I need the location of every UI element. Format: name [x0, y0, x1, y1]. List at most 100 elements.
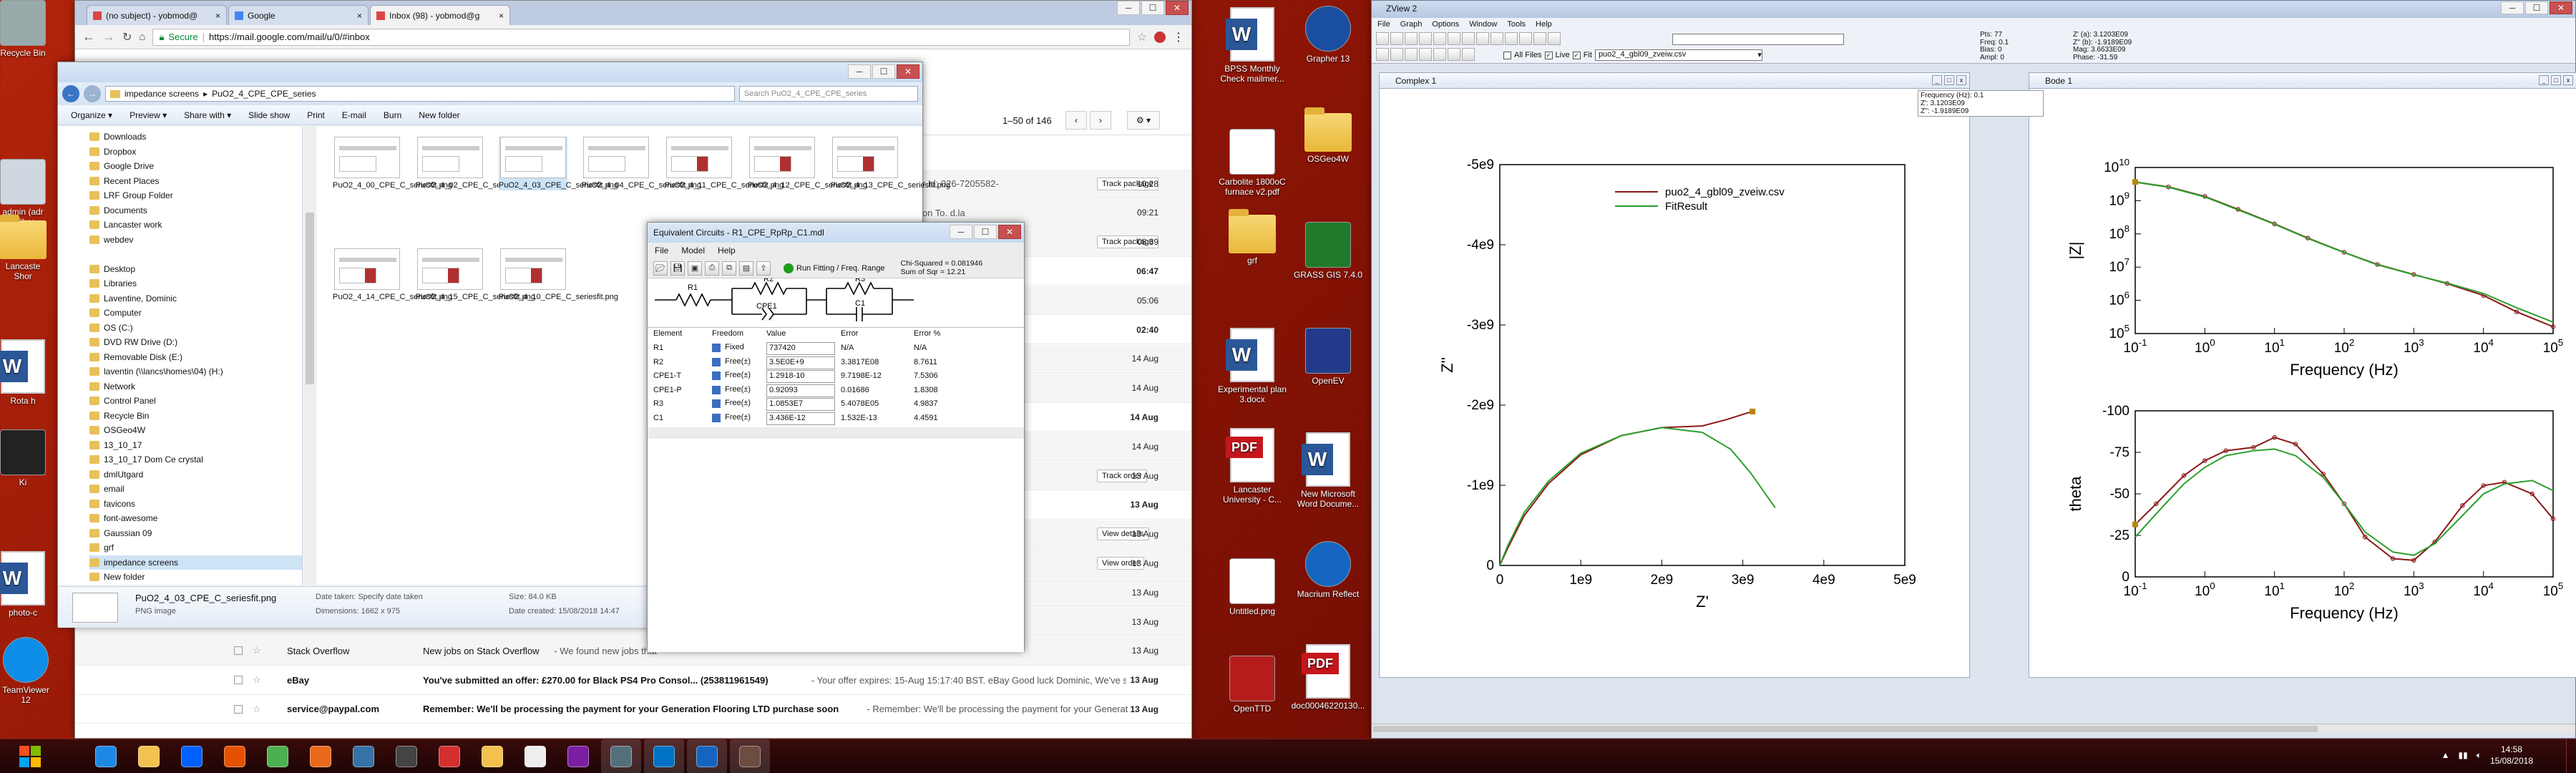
nav-tree-item[interactable]: webdev	[89, 233, 302, 248]
star-icon[interactable]: ☆	[253, 704, 261, 715]
nav-tree-item[interactable]: Laventine, Dominic	[89, 291, 302, 306]
desktop-icon[interactable]: grf	[1216, 209, 1288, 266]
zview-menu-item[interactable]: Graph	[1400, 20, 1423, 29]
desktop-icon[interactable]: GRASS GIS 7.4.0	[1292, 222, 1364, 281]
edit-icon[interactable]	[1476, 32, 1489, 45]
nav-tree-item[interactable]: Network	[89, 379, 302, 394]
freedom-dropdown-icon[interactable]	[712, 344, 721, 352]
file-thumbnail[interactable]: PuO2_4_00_CPE_C_seriesfit.png	[333, 137, 452, 190]
taskbar-app-button[interactable]	[343, 739, 384, 773]
panel-maximize-button[interactable]: □	[2551, 75, 2561, 85]
zoom-out-icon[interactable]	[1390, 48, 1403, 61]
taskbar-app-button[interactable]	[215, 739, 255, 773]
volume-icon[interactable]: 🔈︎	[2477, 750, 2482, 761]
zview-menu-item[interactable]: Options	[1432, 20, 1459, 29]
nav-tree-item[interactable]: font-awesome	[89, 511, 302, 526]
extension-icon[interactable]	[1154, 31, 1166, 43]
star-icon[interactable]: ☆	[253, 645, 261, 656]
save-icon[interactable]	[1405, 32, 1418, 45]
minimize-button[interactable]: ─	[2501, 1, 2524, 14]
graph-icon[interactable]	[1462, 32, 1475, 45]
browser-tab[interactable]: (no subject) - yobmod@ ×	[87, 5, 227, 25]
menu-icon[interactable]: ⋮	[1173, 30, 1184, 44]
new-icon[interactable]	[1376, 32, 1389, 45]
forward-icon[interactable]: →	[84, 85, 101, 102]
taskbar-app-button[interactable]	[301, 739, 341, 773]
freedom-dropdown-icon[interactable]	[712, 413, 721, 422]
live-checkbox[interactable]: ✓	[1544, 51, 1553, 59]
explorer-toolbar-button[interactable]: Slide show	[248, 110, 290, 120]
minimize-button[interactable]: ─	[1117, 1, 1140, 15]
explorer-toolbar-button[interactable]: Organize ▾	[71, 110, 112, 120]
value-input[interactable]: 3.5E0E+9	[766, 356, 835, 369]
tray-expand-icon[interactable]: ▲	[2441, 750, 2450, 760]
paste-icon[interactable]: ▤	[739, 261, 753, 276]
start-button[interactable]	[9, 742, 52, 771]
freedom-dropdown-icon[interactable]	[712, 357, 721, 366]
freedom-dropdown-icon[interactable]	[712, 399, 721, 408]
value-input[interactable]: 0.92093	[766, 384, 835, 397]
value-input[interactable]: 737420	[766, 342, 835, 355]
desktop-icon[interactable]: Carbolite 1800oC furnace v2.pdf	[1216, 129, 1288, 198]
clock[interactable]: 14:58 15/08/2018	[2490, 744, 2533, 767]
nav-tree-item[interactable]: OS (C:)	[89, 321, 302, 336]
table-icon[interactable]	[1448, 32, 1460, 45]
network-icon[interactable]: ▮▮	[2459, 750, 2468, 760]
tab-close-icon[interactable]: ×	[499, 11, 504, 21]
zview-menu-item[interactable]: Tools	[1507, 20, 1526, 29]
reload-icon[interactable]: ↻	[122, 30, 132, 44]
fit-checkbox[interactable]: ✓	[1572, 51, 1581, 59]
nav-tree-item[interactable]: Lancaster work	[89, 218, 302, 233]
taskbar-app-button[interactable]	[86, 739, 126, 773]
taskbar-app-button[interactable]	[472, 739, 512, 773]
nav-tree-item[interactable]: Computer	[89, 306, 302, 321]
panel-close-button[interactable]: x	[1956, 75, 1966, 85]
desktop-icon[interactable]: New Microsoft Word Docume...	[1292, 432, 1364, 510]
all-files-checkbox[interactable]	[1503, 51, 1511, 59]
back-icon[interactable]: ←	[82, 29, 95, 44]
zview-menu-item[interactable]: Help	[1536, 20, 1552, 29]
row-checkbox[interactable]	[234, 704, 243, 714]
copy-icon[interactable]: ⧉	[722, 261, 736, 276]
save-icon[interactable]: 💾︎	[670, 261, 685, 276]
file-thumbnail[interactable]: PuO2_4_15_CPE_C_seriesfit.png	[416, 248, 535, 302]
close-button[interactable]: ✕	[897, 64, 919, 79]
zview-hscrollbar[interactable]	[1372, 724, 2575, 734]
prev-page-button[interactable]: ‹	[1065, 111, 1087, 130]
taskbar-app-button[interactable]	[515, 739, 555, 773]
nav-tree-item[interactable]: New folder	[89, 570, 302, 585]
equiv-icon[interactable]	[1491, 32, 1503, 45]
desktop-icon[interactable]: Lancaste Shor	[0, 215, 47, 282]
email-row[interactable]: ☆ service@paypal.com Remember: We'll be pr…	[75, 695, 1191, 724]
export-icon[interactable]: ⇪	[756, 261, 771, 276]
zoom-in-icon[interactable]	[1376, 48, 1389, 61]
browser-tab[interactable]: Inbox (98) - yobmod@g ×	[370, 5, 510, 25]
file-thumbnail[interactable]: PuO2_4_14_CPE_C_seriesfit.png	[333, 248, 452, 302]
panel-minimize-button[interactable]: _	[2539, 75, 2549, 85]
nav-tree-item[interactable]: Dropbox	[89, 145, 302, 160]
close-button[interactable]: ✕	[998, 225, 1021, 239]
next-page-button[interactable]: ›	[1090, 111, 1111, 130]
nav-tree-item[interactable]: DVD RW Drive (D:)	[89, 335, 302, 350]
desktop-icon[interactable]: Grapher 13	[1292, 6, 1364, 64]
nav-tree-item[interactable]: OSGeo4W	[89, 423, 302, 438]
nav-tree-item[interactable]: email	[89, 482, 302, 497]
row-checkbox[interactable]	[234, 646, 243, 656]
desktop-icon[interactable]: Ki	[0, 429, 46, 488]
forward-icon[interactable]: →	[102, 29, 115, 44]
file-thumbnail[interactable]: PuO2_4_11_CPE_C_seriesfit.png	[665, 137, 784, 190]
desktop-icon[interactable]: doc00046220130...	[1292, 644, 1365, 711]
taskbar-app-button[interactable]	[386, 739, 426, 773]
maximize-button[interactable]: ☐	[974, 225, 997, 239]
nav-tree-item[interactable]: Downloads	[89, 130, 302, 145]
nav-tree-item[interactable]: LRF Group Folder	[89, 188, 302, 203]
taskbar-app-button[interactable]	[558, 739, 598, 773]
taskbar-app-button[interactable]	[258, 739, 298, 773]
explorer-toolbar-button[interactable]: Share with ▾	[184, 110, 231, 120]
taskbar-app-button[interactable]	[129, 739, 169, 773]
fit-icon[interactable]	[1519, 32, 1532, 45]
nav-tree-item[interactable]: Gaussian 09	[89, 526, 302, 541]
nav-tree-item[interactable]: Control Panel	[89, 394, 302, 409]
minimize-button[interactable]: ─	[848, 64, 871, 79]
panel-close-button[interactable]: x	[2563, 75, 2573, 85]
